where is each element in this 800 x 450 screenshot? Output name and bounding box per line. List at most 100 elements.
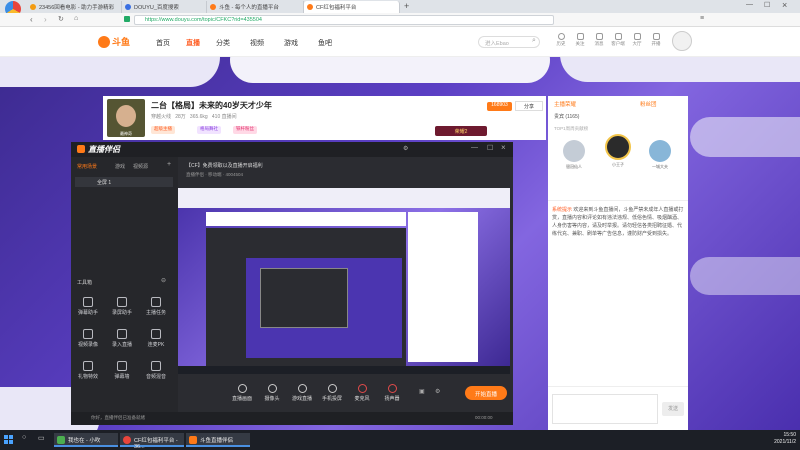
scene-tab[interactable]: 常用场景 xyxy=(77,163,97,170)
gift-banner[interactable]: 荣耀2 xyxy=(435,126,487,136)
rank-1[interactable]: 小王子 xyxy=(603,134,633,168)
tool-video[interactable]: 视频录像 xyxy=(75,329,101,348)
task-view-icon[interactable]: ▭ xyxy=(38,434,45,442)
settings-gear-icon[interactable]: ⚙ xyxy=(435,388,440,395)
speaker-icon xyxy=(387,384,397,393)
btn-camera[interactable]: 摄像头 xyxy=(261,384,283,402)
stat-fans: 28万 xyxy=(175,114,186,120)
tag-badge: 铁杆粉丝 xyxy=(233,126,257,134)
search-icon[interactable]: ⌕ xyxy=(532,37,536,45)
douyu-logo[interactable]: 斗鱼 xyxy=(98,35,134,49)
back-icon[interactable]: ‹ xyxy=(30,15,33,24)
preview-nested-canvas xyxy=(246,258,402,358)
source-tab[interactable]: 视频源 xyxy=(133,163,148,170)
secure-lock-icon xyxy=(124,16,130,22)
site-search-input[interactable]: 进入Ebao xyxy=(478,36,540,48)
hall-button[interactable]: 大厅 xyxy=(629,33,645,47)
minimize-button[interactable]: — xyxy=(746,1,753,8)
forward-icon[interactable]: › xyxy=(44,15,47,24)
tab-favicon-icon xyxy=(125,4,131,10)
start-live-button[interactable]: 开始直播 xyxy=(465,386,507,400)
add-scene-icon[interactable]: + xyxy=(167,161,171,168)
clock[interactable]: 15:50 2021/11/2 xyxy=(740,432,796,446)
obs-minimize-button[interactable]: — xyxy=(471,144,478,151)
follow-button[interactable]: 关注 xyxy=(572,33,588,47)
message-button[interactable]: 消息 xyxy=(591,33,607,47)
taskbar-item-2[interactable]: CF红包福利平台 - 36... xyxy=(120,433,184,450)
chat-input[interactable] xyxy=(552,394,658,424)
rank-3[interactable]: 一城大夫 xyxy=(646,140,674,170)
start-live-button[interactable]: 开播 xyxy=(648,33,664,47)
tab-favicon-icon xyxy=(210,4,216,10)
tab-3[interactable]: 斗鱼 - 每个人的直播平台 xyxy=(207,1,304,13)
tab-2[interactable]: DOUYU_百度搜索 xyxy=(122,1,207,13)
close-button[interactable]: × xyxy=(782,0,787,10)
send-button[interactable]: 发送 xyxy=(662,402,684,416)
douyu-logo-icon xyxy=(98,35,110,48)
right-panel: 主播荣耀 贵宾 (1165) 粉丝团 TOP1周周贡献榜 银冠仙人 小王子 一城… xyxy=(548,96,688,430)
tab-honor[interactable]: 主播荣耀 xyxy=(554,100,576,108)
pk-icon xyxy=(151,329,161,339)
tool-input[interactable]: 录入直播 xyxy=(109,329,135,348)
tab-fans[interactable]: 粉丝团 xyxy=(640,100,657,108)
search-icon[interactable]: ○ xyxy=(22,434,26,441)
taskbar-item-1[interactable]: 我也在 - 小吹 xyxy=(54,433,118,447)
preview-canvas[interactable] xyxy=(178,188,510,374)
nav-yuba[interactable]: 鱼吧 xyxy=(318,38,332,48)
start-menu-icon[interactable] xyxy=(4,435,13,444)
tab-4-active[interactable]: CF红包福利平台 xyxy=(304,1,400,13)
maximize-button[interactable]: ☐ xyxy=(764,1,770,9)
hall-icon xyxy=(633,33,641,40)
tool-wall[interactable]: 弹幕墙 xyxy=(109,361,135,380)
rank-2[interactable]: 银冠仙人 xyxy=(560,140,588,170)
tool-gift[interactable]: 礼物特效 xyxy=(75,361,101,380)
url-text: https://www.douyu.com/topic/CFKC?rid=435… xyxy=(145,17,262,23)
btn-speaker[interactable]: 扬声器 xyxy=(381,384,403,402)
refresh-icon[interactable]: ↻ xyxy=(58,15,64,23)
nav-live[interactable]: 直播 xyxy=(186,38,200,48)
tool-task[interactable]: 主播任务 xyxy=(143,297,169,316)
history-button[interactable]: 历史 xyxy=(553,33,569,47)
btn-game[interactable]: 游戏直播 xyxy=(291,384,313,402)
obs-close-button[interactable]: × xyxy=(501,143,506,152)
user-avatar[interactable] xyxy=(672,31,692,51)
address-input[interactable]: https://www.douyu.com/topic/CFKC?rid=435… xyxy=(134,15,554,25)
browser-tab-bar: 在线看剧 23456回看电影 - 助力手游精彩 DOUYU_百度搜索 斗鱼 - … xyxy=(0,0,800,24)
taskbar-item-3[interactable]: 斗鱼直播伴侣 xyxy=(186,433,250,447)
tab-1[interactable]: 23456回看电影 - 助力手游精彩 xyxy=(27,1,122,13)
tool-danmu[interactable]: 弹幕助手 xyxy=(75,297,101,316)
tab-favicon-icon xyxy=(307,4,313,10)
btn-mic[interactable]: 麦克风 xyxy=(351,384,373,402)
game-tab[interactable]: 游戏 xyxy=(115,163,125,170)
nav-category[interactable]: 分类 xyxy=(216,38,230,48)
nav-video[interactable]: 视频 xyxy=(250,38,264,48)
tool-mixer[interactable]: 音频混音 xyxy=(143,361,169,380)
nav-game[interactable]: 游戏 xyxy=(284,38,298,48)
tab-vip[interactable]: 贵宾 (1165) xyxy=(554,113,579,120)
preview-title: 【CF】免费领取以及直播开启福利 xyxy=(186,163,263,169)
rank-avatar xyxy=(649,140,671,162)
nav-home[interactable]: 首页 xyxy=(156,38,170,48)
streamer-avatar[interactable]: 最神奇 xyxy=(107,99,145,137)
live-companion-window: 直播伴侣 ⚙ — ☐ × 常用场景 游戏 视频源 + 全屏 1 工具箱 ⊖ 弹幕… xyxy=(71,142,513,425)
background-cloud xyxy=(560,57,800,82)
btn-phone[interactable]: 手机投屏 xyxy=(321,384,343,402)
btn-screen[interactable]: 直播画面 xyxy=(231,384,253,402)
scene-item[interactable]: 全屏 1 xyxy=(75,177,173,187)
settings-icon[interactable]: ⚙ xyxy=(403,145,408,152)
share-button[interactable]: 分享 xyxy=(515,101,543,111)
tool-pk[interactable]: 连麦PK xyxy=(143,329,169,348)
new-tab-button[interactable]: + xyxy=(404,1,409,11)
stat-category[interactable]: 穿越火线 xyxy=(151,114,171,120)
tool-record[interactable]: 录屏助手 xyxy=(109,297,135,316)
record-icon[interactable]: ▣ xyxy=(419,388,425,395)
preview-right-panel xyxy=(408,212,478,362)
obs-maximize-button[interactable]: ☐ xyxy=(487,144,493,152)
client-button[interactable]: 客户端 xyxy=(610,33,626,47)
room-info-card: 最神奇 二台【格局】未来的40岁天才少年 穿越火线 28万 365.6kg 41… xyxy=(103,96,546,140)
home-icon[interactable]: ⌂ xyxy=(74,15,78,22)
browser-icon xyxy=(123,436,131,444)
tag-badge: 格局舞社 xyxy=(197,126,221,134)
menu-icon[interactable]: ≡ xyxy=(700,15,704,22)
toolbox-more-icon[interactable]: ⊖ xyxy=(161,277,166,284)
